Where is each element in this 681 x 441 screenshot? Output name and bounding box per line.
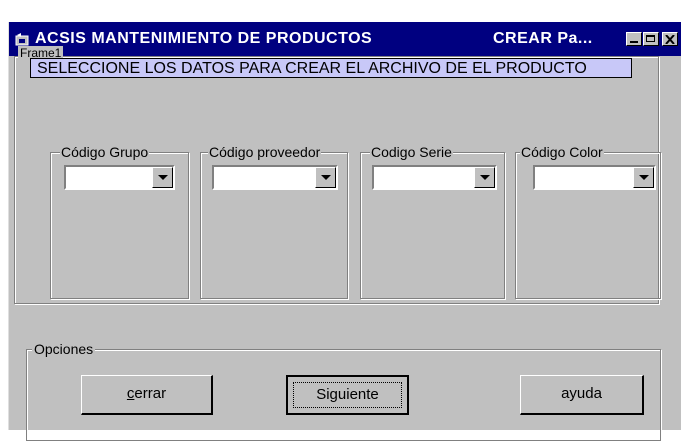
instruction-label: SELECCIONE LOS DATOS PARA CREAR EL ARCHI… (30, 58, 632, 78)
close-icon[interactable] (662, 32, 678, 46)
opciones-label: Opciones (32, 341, 96, 357)
chevron-down-icon[interactable] (474, 167, 495, 188)
window-title-secondary: CREAR Pa... (493, 30, 593, 47)
codigo-proveedor-combo[interactable] (212, 165, 338, 190)
siguiente-button[interactable]: Siguiente (286, 375, 409, 415)
group-label-codigo-proveedor: Código proveedor (208, 144, 322, 160)
minimize-icon[interactable] (626, 32, 642, 46)
cerrar-label: errar (134, 385, 167, 402)
title-bar[interactable]: ACSIS MANTENIMIENTO DE PRODUCTOS CREAR P… (9, 22, 681, 56)
group-label-codigo-serie: Codigo Serie (370, 144, 453, 160)
group-label-codigo-grupo: Código Grupo (60, 144, 150, 160)
chevron-down-icon[interactable] (152, 167, 173, 188)
chevron-down-icon[interactable] (315, 167, 336, 188)
ayuda-button[interactable]: ayuda (520, 375, 644, 415)
codigo-serie-combo[interactable] (372, 165, 497, 190)
group-label-codigo-color: Código Color (520, 144, 604, 160)
window-title: ACSIS MANTENIMIENTO DE PRODUCTOS (35, 30, 373, 47)
app-icon (15, 33, 29, 46)
top-strip (0, 0, 681, 22)
codigo-grupo-combo[interactable] (64, 165, 175, 190)
codigo-color-combo[interactable] (533, 165, 656, 190)
maximize-icon[interactable] (643, 32, 659, 46)
chevron-down-icon[interactable] (633, 167, 654, 188)
cerrar-button[interactable]: cerrar (81, 375, 213, 415)
siguiente-label: Siguiente (293, 382, 402, 408)
